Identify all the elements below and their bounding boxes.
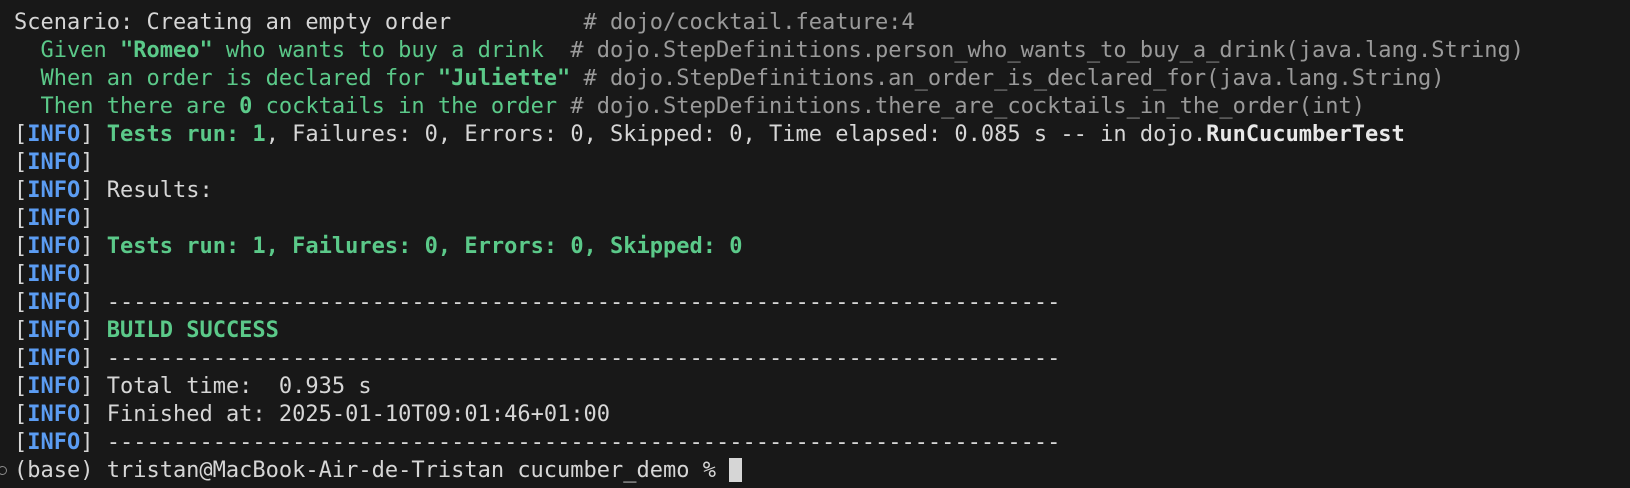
- scenario-line: Scenario: Creating an empty order # dojo…: [14, 9, 915, 37]
- info-empty-line: [INFO]: [14, 149, 93, 177]
- info-tag: [INFO]: [14, 290, 94, 315]
- info-tag: [INFO]: [14, 374, 94, 399]
- info-tag: [INFO]: [14, 318, 94, 343]
- step-keyword: When an order is declared for: [14, 66, 438, 91]
- info-tag: [INFO]: [14, 430, 94, 455]
- info-tag: [INFO]: [14, 206, 94, 231]
- text-cursor[interactable]: [729, 458, 743, 482]
- step-argument: "Romeo": [119, 38, 213, 63]
- info-tag: [INFO]: [14, 178, 94, 203]
- step-then-line: Then there are 0 cocktails in the order …: [14, 93, 1365, 121]
- info-tag: [INFO]: [14, 346, 94, 371]
- shell-prompt-line[interactable]: (base) tristan@MacBook-Air-de-Tristan cu…: [14, 457, 743, 485]
- total-time: Total time: 0.935 s: [106, 374, 372, 399]
- summary-line: [INFO] Tests run: 1, Failures: 0, Errors…: [14, 233, 743, 261]
- separator-line: [INFO] ---------------------------------…: [14, 289, 1060, 317]
- tests-run-count: Tests run: 1: [106, 122, 266, 147]
- info-tag: [INFO]: [14, 262, 94, 287]
- test-summary: Tests run: 1, Failures: 0, Errors: 0, Sk…: [106, 234, 743, 259]
- step-definition-comment: # dojo.StepDefinitions.there_are_cocktai…: [570, 94, 1366, 119]
- scenario-label: Scenario: Creating an empty order: [14, 10, 452, 35]
- separator: ----------------------------------------…: [106, 290, 1061, 315]
- shell-prompt: (base) tristan@MacBook-Air-de-Tristan cu…: [14, 458, 730, 483]
- prompt-status-icon: [0, 466, 7, 475]
- test-class-name: RunCucumberTest: [1206, 122, 1405, 147]
- finished-at: Finished at: 2025-01-10T09:01:46+01:00: [106, 402, 611, 427]
- separator: ----------------------------------------…: [106, 346, 1061, 371]
- step-argument: "Juliette": [437, 66, 571, 91]
- step-when-line: When an order is declared for "Juliette"…: [14, 65, 1444, 93]
- separator: ----------------------------------------…: [106, 430, 1061, 455]
- info-tag: [INFO]: [14, 150, 94, 175]
- info-empty-line: [INFO]: [14, 205, 93, 233]
- step-text: who wants to buy a drink: [212, 38, 571, 63]
- tests-run-details: , Failures: 0, Errors: 0, Skipped: 0, Ti…: [265, 122, 1207, 147]
- step-given-line: Given "Romeo" who wants to buy a drink #…: [14, 37, 1524, 65]
- step-keyword: Given: [14, 38, 120, 63]
- results-line: [INFO] Results:: [14, 177, 213, 205]
- step-text: cocktails in the order: [252, 94, 571, 119]
- scenario-location-comment: # dojo/cocktail.feature:4: [583, 10, 915, 35]
- separator-line: [INFO] ---------------------------------…: [14, 345, 1060, 373]
- step-argument: 0: [239, 94, 253, 119]
- results-label: Results:: [106, 178, 213, 203]
- finished-at-line: [INFO] Finished at: 2025-01-10T09:01:46+…: [14, 401, 610, 429]
- step-definition-comment: # dojo.StepDefinitions.an_order_is_decla…: [583, 66, 1445, 91]
- total-time-line: [INFO] Total time: 0.935 s: [14, 373, 372, 401]
- separator-line: [INFO] ---------------------------------…: [14, 429, 1060, 457]
- step-definition-comment: # dojo.StepDefinitions.person_who_wants_…: [570, 38, 1524, 63]
- step-keyword: Then there are: [14, 94, 240, 119]
- tests-run-line: [INFO] Tests run: 1, Failures: 0, Errors…: [14, 121, 1405, 149]
- build-status: BUILD SUCCESS: [106, 318, 279, 343]
- info-tag: [INFO]: [14, 234, 94, 259]
- info-tag: [INFO]: [14, 122, 94, 147]
- info-tag: [INFO]: [14, 402, 94, 427]
- terminal-window[interactable]: Scenario: Creating an empty order # dojo…: [0, 0, 1630, 488]
- info-empty-line: [INFO]: [14, 261, 93, 289]
- build-status-line: [INFO] BUILD SUCCESS: [14, 317, 279, 345]
